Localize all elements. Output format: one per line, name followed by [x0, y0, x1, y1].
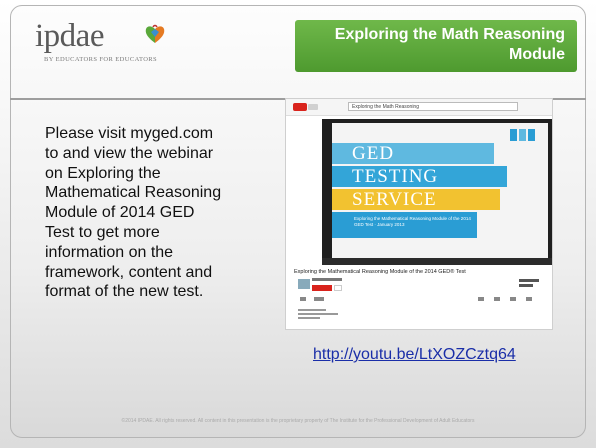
- video-frame: GED TESTING SERVICE Exploring the Mathem…: [332, 123, 548, 259]
- youtube-logo-icon: [293, 103, 307, 111]
- youtube-search-box: Exploring the Math Reasoning: [348, 102, 518, 111]
- youtube-link[interactable]: http://youtu.be/LtXOZCztq64: [313, 346, 516, 364]
- ribbon-ged: GED: [332, 143, 494, 164]
- channel-avatar: [298, 279, 310, 289]
- body-line: Module of 2014 GED: [45, 204, 195, 222]
- channel-name: [312, 278, 342, 281]
- title-line-1: Exploring the Math Reasoning: [334, 26, 565, 43]
- body-line: information on the: [45, 243, 174, 261]
- body-line: Please visit myged.com: [45, 125, 214, 142]
- body-line: to and view the webinar: [45, 144, 214, 162]
- video-player: GED TESTING SERVICE Exploring the Mathem…: [322, 119, 552, 265]
- ribbon-caption: Exploring the Mathematical Reasoning Mod…: [332, 212, 477, 238]
- youtube-screenshot: Exploring the Math Reasoning GED TESTING…: [285, 98, 553, 330]
- ipdae-logo: ipdae BY EDUCATORS FOR EDUCATORS: [35, 18, 185, 73]
- body-line: Test to get more: [45, 223, 160, 241]
- subscribe-button: [312, 285, 332, 291]
- video-title: Exploring the Mathematical Reasoning Mod…: [294, 269, 466, 275]
- view-count: [519, 279, 539, 291]
- video-description: [298, 309, 338, 321]
- body-line: on Exploring the: [45, 164, 161, 182]
- ribbon-service: SERVICE: [332, 189, 500, 210]
- menu-icon: [308, 104, 318, 110]
- logo-text: ipdae: [35, 18, 104, 54]
- heart-icon: [145, 24, 165, 43]
- youtube-top-bar: Exploring the Math Reasoning: [286, 99, 552, 116]
- video-info: Exploring the Mathematical Reasoning Mod…: [294, 269, 546, 319]
- player-controls: [322, 258, 552, 265]
- body-line: framework, content and: [45, 263, 213, 281]
- ribbon-testing: TESTING: [332, 166, 507, 187]
- body-line: format of the new test.: [45, 283, 204, 301]
- title-line-2: Module: [509, 46, 565, 63]
- video-actions: [298, 297, 542, 302]
- body-line: Mathematical Reasoning: [45, 184, 222, 202]
- logo-tagline: BY EDUCATORS FOR EDUCATORS: [44, 56, 158, 63]
- slide: ipdae BY EDUCATORS FOR EDUCATORS Explori…: [0, 0, 596, 448]
- copyright-footer: ©2014 IPDAE. All rights reserved. All co…: [121, 418, 475, 424]
- body-paragraph: Please visit myged.com to and view the w…: [45, 124, 273, 302]
- subscriber-count: [334, 285, 342, 291]
- slide-title: Exploring the Math Reasoning Module: [295, 20, 577, 72]
- ged-logo-icon: [510, 129, 536, 141]
